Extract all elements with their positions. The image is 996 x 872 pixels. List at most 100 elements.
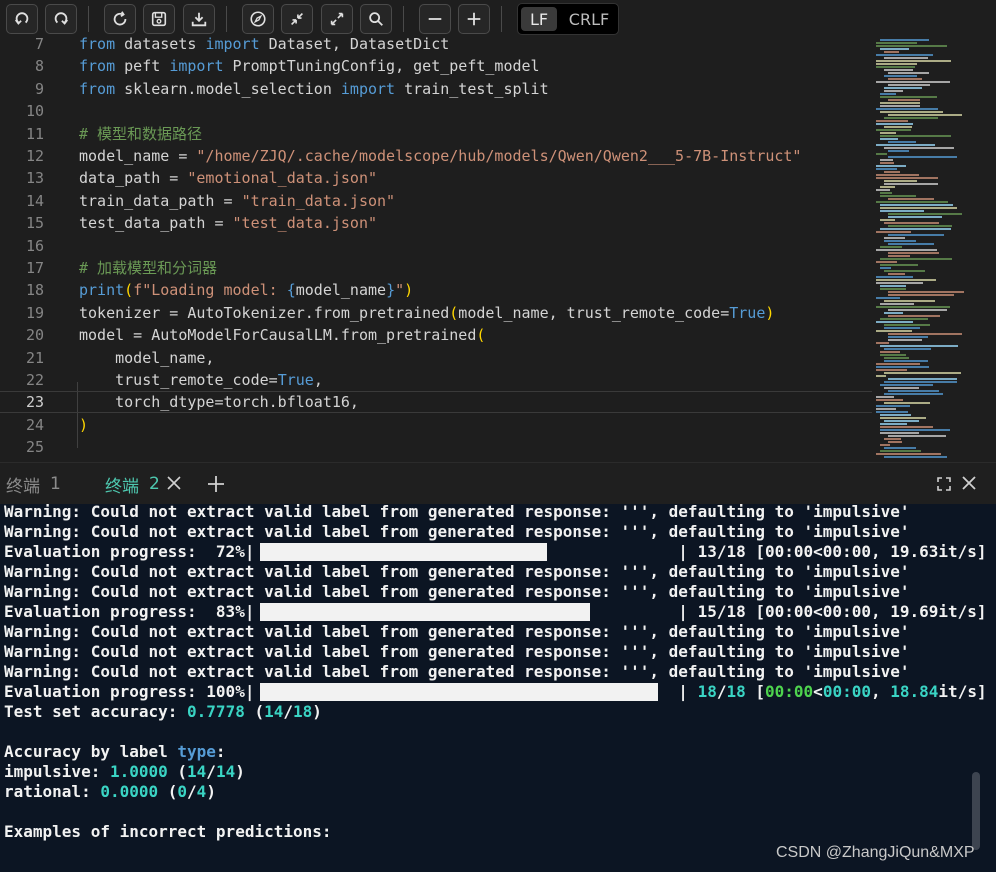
minimap-line <box>876 144 935 146</box>
minimap-line <box>876 153 887 155</box>
download-button[interactable] <box>183 4 215 34</box>
redo-button[interactable] <box>45 4 77 34</box>
minimap-line <box>880 450 921 452</box>
minimap-line <box>880 318 928 320</box>
minimap-line <box>888 84 930 86</box>
minimap-line <box>884 393 943 395</box>
minimap-line <box>876 201 948 203</box>
minimap-line <box>880 219 895 221</box>
code-text: from peft import PromptTuningConfig, get… <box>79 57 540 76</box>
code-line[interactable]: 10 <box>0 100 872 122</box>
minimap-line <box>876 276 913 278</box>
minimap-line <box>876 279 936 281</box>
code-line[interactable]: 24) <box>0 414 872 436</box>
minimap-line <box>884 387 919 389</box>
minimap-line <box>876 396 894 398</box>
code-line[interactable]: 25 <box>0 436 872 458</box>
line-number: 20 <box>25 326 44 345</box>
code-line[interactable]: 14 train_data_path = "train_data.json" <box>0 190 872 212</box>
minimap-line <box>876 297 900 299</box>
minimap-line <box>876 321 913 323</box>
code-line[interactable]: 9 from sklearn.model_selection import tra… <box>0 78 872 100</box>
code-line[interactable]: 16 <box>0 235 872 257</box>
minimap-line <box>880 159 893 161</box>
minimap-line <box>880 138 898 140</box>
add-terminal-icon[interactable] <box>206 474 226 494</box>
code-text: # 模型和数据路径 <box>79 124 203 143</box>
minimap-line <box>880 258 952 260</box>
save-button[interactable] <box>143 4 175 34</box>
progress-bar-fill <box>260 603 590 621</box>
line-number: 13 <box>25 169 44 188</box>
terminal-scrollbar[interactable] <box>972 772 980 850</box>
tab-terminal-1[interactable]: 终端 1 <box>6 463 61 505</box>
minimap-line <box>880 423 907 425</box>
zoom-in-button[interactable] <box>458 4 490 34</box>
zoom-in-icon <box>467 12 481 26</box>
expand-button[interactable] <box>321 4 353 34</box>
undo-button[interactable] <box>6 4 38 34</box>
minimap-line <box>876 369 907 371</box>
minimap-line <box>888 309 947 311</box>
minimap-line <box>880 267 891 269</box>
close-tab-icon[interactable] <box>166 475 182 491</box>
close-panel-icon[interactable] <box>962 476 976 490</box>
code-line[interactable]: 23 torch_dtype=torch.bfloat16, <box>0 391 872 414</box>
code-line[interactable]: 8 from peft import PromptTuningConfig, ge… <box>0 55 872 77</box>
minimap-line <box>880 132 896 134</box>
code-line[interactable]: 17 # 加载模型和分词器 <box>0 257 872 279</box>
terminal-output[interactable]: Warning: Could not extract valid label f… <box>0 504 996 872</box>
minimap-line <box>876 177 938 179</box>
code-line[interactable]: 15 test_data_path = "test_data.json" <box>0 212 872 234</box>
minimap-line <box>884 372 961 374</box>
line-number: 8 <box>34 57 44 76</box>
progress-bar-fill <box>260 683 658 701</box>
search-icon <box>369 12 383 26</box>
code-line[interactable]: 21 model_name, <box>0 347 872 369</box>
watermark: CSDN @ZhangJiQun&MXP <box>776 844 975 861</box>
code-line[interactable]: 18 print(f"Loading model: {model_name}") <box>0 279 872 301</box>
code-line[interactable]: 7 from datasets import Dataset, DatasetDi… <box>0 37 872 55</box>
code-line[interactable]: 22 trust_remote_code=True, <box>0 369 872 391</box>
search-button[interactable] <box>360 4 392 34</box>
refresh-button[interactable] <box>104 4 136 34</box>
line-number: 21 <box>25 348 44 367</box>
zoom-out-button[interactable] <box>419 4 451 34</box>
line-number: 16 <box>25 236 44 255</box>
minimap[interactable] <box>872 37 996 462</box>
collapse-button[interactable] <box>281 4 313 34</box>
code-line[interactable]: 13 data_path = "emotional_data.json" <box>0 167 872 189</box>
minimap-line <box>876 399 903 401</box>
tab-terminal-2[interactable]: 终端 2 <box>105 463 160 505</box>
line-number: 18 <box>25 281 44 300</box>
minimap-line <box>888 294 954 296</box>
minimap-line <box>880 354 906 356</box>
minimap-line <box>880 303 914 305</box>
line-ending-crlf-option[interactable]: CRLF <box>562 7 616 31</box>
code-editor[interactable]: 7 from datasets import Dataset, DatasetDi… <box>0 37 872 462</box>
minimap-line <box>876 120 908 122</box>
line-number: 17 <box>25 259 44 277</box>
code-text: from datasets import Dataset, DatasetDic… <box>79 37 450 53</box>
minimap-line <box>884 57 928 59</box>
code-text: print(f"Loading model: {model_name}") <box>79 281 414 300</box>
minimap-line <box>876 249 937 251</box>
compass-button[interactable] <box>242 4 274 34</box>
terminal-line: Test set accuracy: 0.7778 (14/18) <box>4 702 322 721</box>
code-line[interactable]: 11 # 模型和数据路径 <box>0 123 872 145</box>
maximize-panel-icon[interactable] <box>937 477 951 491</box>
line-number: 15 <box>25 214 44 233</box>
minimap-line <box>880 264 918 266</box>
terminal-line: Warning: Could not extract valid label f… <box>4 522 910 541</box>
minimap-line <box>880 186 895 188</box>
code-line[interactable]: 20 model = AutoModelForCausalLM.from_pret… <box>0 324 872 346</box>
code-line[interactable]: 19 tokenizer = AutoTokenizer.from_pretrai… <box>0 302 872 324</box>
code-line[interactable]: 12 model_name = "/home/ZJQ/.cache/modelsc… <box>0 145 872 167</box>
minimap-line <box>884 237 905 239</box>
redo-icon <box>54 12 69 25</box>
minimap-line <box>888 291 964 293</box>
minimap-line <box>888 252 939 254</box>
minimap-line <box>884 381 957 383</box>
minimap-line <box>880 93 896 95</box>
line-ending-lf-option[interactable]: LF <box>521 7 557 31</box>
